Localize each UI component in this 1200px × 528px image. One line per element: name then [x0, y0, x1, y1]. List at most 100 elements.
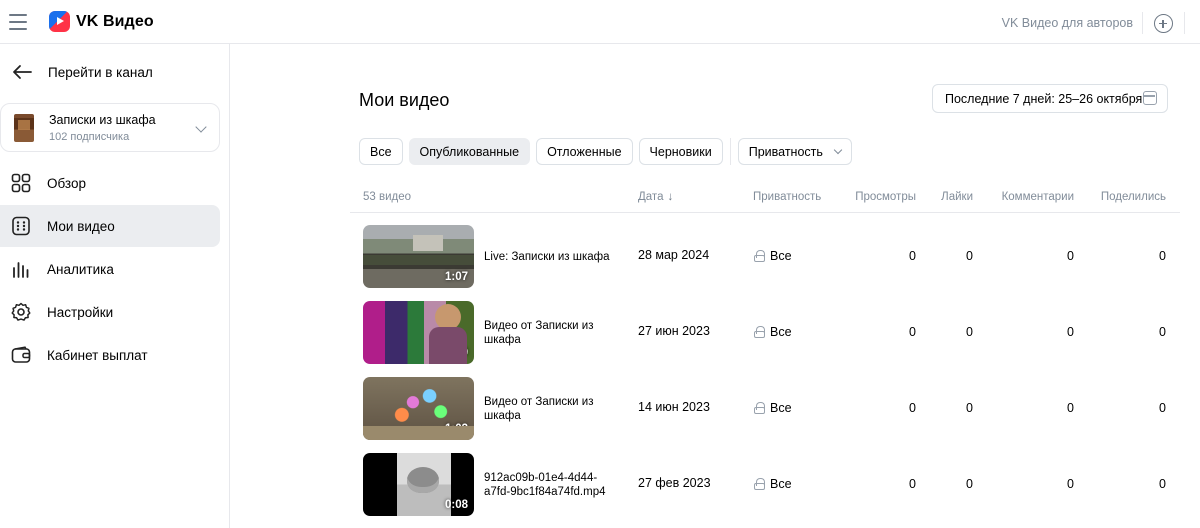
lock-icon: [754, 402, 765, 414]
page-title: Мои видео: [359, 90, 450, 110]
video-views: 0: [909, 249, 916, 263]
divider: [1184, 12, 1185, 34]
privacy-filter-dropdown[interactable]: Приватность: [737, 138, 852, 165]
back-to-channel-link[interactable]: Перейти в канал: [12, 64, 153, 80]
column-likes: Лайки: [941, 191, 973, 203]
lock-icon: [754, 478, 765, 490]
column-date-label: Дата: [638, 191, 664, 203]
column-comments: Комментарии: [1001, 191, 1074, 203]
sidebar-item-label: Кабинет выплат: [47, 347, 148, 363]
filter-all[interactable]: Все: [359, 138, 403, 165]
analytics-icon: [13, 262, 29, 278]
video-date: 28 мар 2024: [638, 248, 710, 262]
table-row[interactable]: 1:39 Видео от Записки из шкафа 27 июн 20…: [350, 301, 1180, 377]
channel-subscribers: 102 подписчика: [49, 131, 130, 143]
video-views: 0: [909, 325, 916, 339]
filter-scheduled[interactable]: Отложенные: [536, 138, 633, 165]
arrow-left-icon: [13, 65, 32, 79]
video-duration: 1:03: [444, 423, 468, 435]
sidebar-nav: Обзор Мои видео Аналитика Настройки Каби…: [0, 162, 220, 377]
video-privacy: Все: [754, 477, 792, 491]
channel-switcher[interactable]: Записки из шкафа 102 подписчика: [0, 103, 220, 152]
sidebar: Перейти в канал Записки из шкафа 102 под…: [0, 44, 230, 528]
video-comments: 0: [1067, 401, 1074, 415]
video-thumbnail[interactable]: 1:07: [363, 225, 474, 288]
video-thumbnail[interactable]: 0:08: [363, 453, 474, 516]
wallet-icon: [11, 346, 31, 363]
video-shares: 0: [1159, 401, 1166, 415]
date-range-label: Последние 7 дней: 25–26 октября: [945, 91, 1143, 106]
video-date: 14 июн 2023: [638, 400, 710, 414]
video-list-icon: [12, 216, 30, 236]
video-shares: 0: [1159, 249, 1166, 263]
video-duration: 1:39: [444, 347, 468, 359]
video-comments: 0: [1067, 477, 1074, 491]
video-comments: 0: [1067, 249, 1074, 263]
privacy-filter-label: Приватность: [748, 144, 823, 159]
lock-icon: [754, 326, 765, 338]
video-thumbnail[interactable]: 1:03: [363, 377, 474, 440]
authors-link[interactable]: VK Видео для авторов: [1002, 16, 1133, 30]
logo-text: VK Видео: [76, 12, 154, 30]
video-privacy-label: Все: [770, 325, 792, 339]
filter-bar: Все Опубликованные Отложенные Черновики …: [359, 138, 852, 165]
sidebar-item-label: Аналитика: [47, 261, 114, 277]
table-header: 53 видео Дата ↓ Приватность Просмотры Лай…: [350, 183, 1180, 213]
chevron-down-icon: [195, 121, 207, 133]
sidebar-item-label: Мои видео: [47, 218, 115, 234]
video-duration: 1:07: [444, 271, 468, 283]
add-video-icon[interactable]: [1154, 14, 1173, 33]
video-date: 27 июн 2023: [638, 324, 710, 338]
video-privacy-label: Все: [770, 249, 792, 263]
video-likes: 0: [966, 325, 973, 339]
video-count: 53 видео: [363, 191, 412, 203]
back-to-channel-label: Перейти в канал: [48, 64, 153, 80]
video-title[interactable]: 912ac09b-01e4-4d44-a7fd-9bc1f84a74fd.mp4: [484, 471, 614, 499]
video-shares: 0: [1159, 477, 1166, 491]
video-title[interactable]: Видео от Записки из шкафа: [484, 319, 614, 347]
menu-icon[interactable]: [8, 12, 28, 32]
video-shares: 0: [1159, 325, 1166, 339]
sidebar-item-analytics[interactable]: Аналитика: [0, 248, 220, 290]
video-likes: 0: [966, 249, 973, 263]
video-likes: 0: [966, 477, 973, 491]
column-views: Просмотры: [855, 191, 916, 203]
video-privacy-label: Все: [770, 401, 792, 415]
video-privacy: Все: [754, 249, 792, 263]
video-views: 0: [909, 401, 916, 415]
divider: [1142, 12, 1143, 34]
video-likes: 0: [966, 401, 973, 415]
lock-icon: [754, 250, 765, 262]
top-bar: VK Видео VK Видео для авторов: [0, 0, 1200, 44]
sidebar-item-payouts[interactable]: Кабинет выплат: [0, 334, 220, 376]
sidebar-item-overview[interactable]: Обзор: [0, 162, 220, 204]
sidebar-item-my-videos[interactable]: Мои видео: [0, 205, 220, 247]
date-range-picker[interactable]: Последние 7 дней: 25–26 октября: [932, 84, 1168, 113]
table-row[interactable]: 1:07 Live: Записки из шкафа 28 мар 2024 …: [350, 225, 1180, 301]
table-row[interactable]: 0:08 912ac09b-01e4-4d44-a7fd-9bc1f84a74f…: [350, 453, 1180, 528]
video-thumbnail[interactable]: 1:39: [363, 301, 474, 364]
sort-down-icon: ↓: [667, 191, 674, 203]
calendar-icon: [1143, 91, 1157, 105]
column-privacy: Приватность: [753, 191, 822, 203]
vk-video-logo[interactable]: VK Видео: [49, 11, 154, 32]
video-privacy: Все: [754, 401, 792, 415]
sidebar-item-label: Настройки: [47, 304, 114, 320]
video-comments: 0: [1067, 325, 1074, 339]
table-row[interactable]: 1:03 Видео от Записки из шкафа 14 июн 20…: [350, 377, 1180, 453]
channel-avatar: [14, 114, 34, 142]
column-date[interactable]: Дата ↓: [638, 191, 673, 203]
filter-published[interactable]: Опубликованные: [408, 138, 531, 165]
column-shares: Поделились: [1100, 191, 1166, 203]
grid-icon: [11, 173, 31, 193]
channel-name: Записки из шкафа: [49, 113, 156, 127]
gear-icon: [11, 302, 31, 321]
filter-drafts[interactable]: Черновики: [638, 138, 723, 165]
chevron-down-icon: [833, 145, 843, 155]
sidebar-item-label: Обзор: [47, 175, 86, 191]
video-title[interactable]: Live: Записки из шкафа: [484, 250, 614, 264]
sidebar-item-settings[interactable]: Настройки: [0, 291, 220, 333]
video-title[interactable]: Видео от Записки из шкафа: [484, 395, 614, 423]
divider: [729, 138, 731, 165]
video-duration: 0:08: [444, 499, 468, 511]
